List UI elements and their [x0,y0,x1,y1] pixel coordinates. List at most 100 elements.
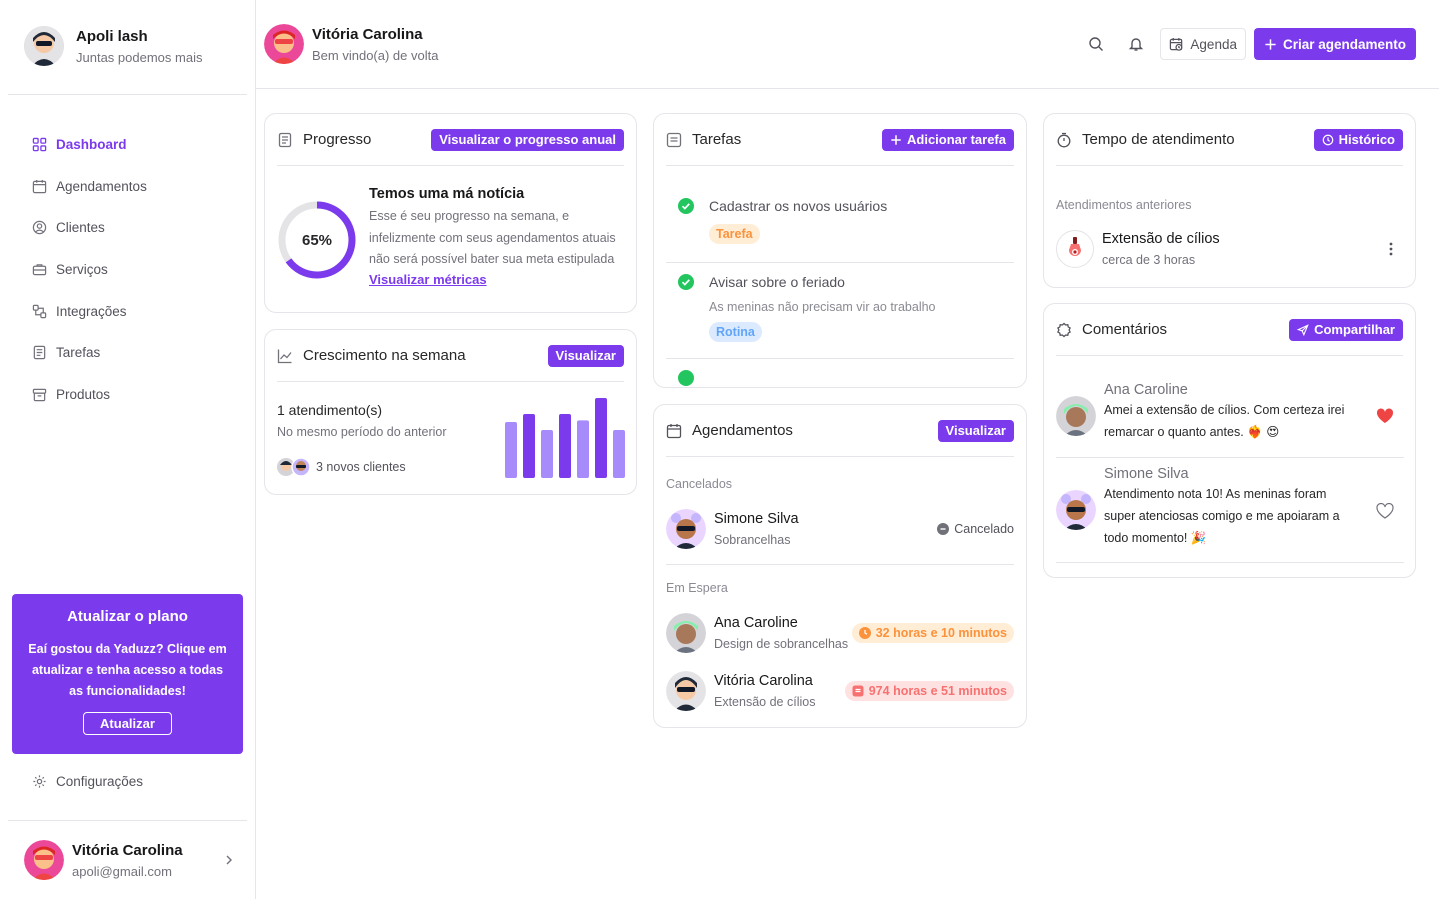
new-clients-label: 3 novos clientes [316,460,406,474]
growth-bar [577,420,589,478]
comment-text: Atendimento nota 10! As meninas foram su… [1104,487,1340,545]
canceled-section-label: Cancelados [666,477,733,491]
view-growth-button[interactable]: Visualizar [547,344,624,367]
growth-bar [559,414,571,478]
integration-icon [32,304,47,318]
view-metrics-link[interactable]: Visualizar métricas [369,272,625,287]
service-name: Extensão de cílios [714,695,816,709]
service-time-card: Tempo de atendimento Histórico Atendimen… [1043,113,1416,288]
sidebar-item-label: Tarefas [56,345,101,361]
comment-emoji: 🎉 [1190,531,1207,545]
sidebar-item-tarefas[interactable]: Tarefas [24,332,234,374]
sidebar: Apoli lash Juntas podemos mais Dashboard… [0,0,256,899]
heart-outline-icon[interactable] [1376,503,1394,519]
appointment-row[interactable]: Ana Caroline Design de sobrancelhas 32 h… [666,613,1014,653]
divider [8,94,247,95]
sidebar-item-label: Agendamentos [56,178,147,194]
wait-time-badge: 32 horas e 10 minutos [851,623,1014,643]
note-icon [666,132,682,147]
status-badge: Cancelado [937,522,1014,536]
commenter-avatar [1056,490,1096,530]
previous-service-row[interactable]: Extensão de cílios cerca de 3 horas [1056,230,1404,268]
appointment-row[interactable]: Vitória Carolina Extensão de cílios 974 … [666,671,1014,711]
sidebar-item-servicos[interactable]: Serviços [24,249,234,291]
client-name: Ana Caroline [714,615,798,631]
bell-icon [1129,38,1144,51]
add-task-button[interactable]: Adicionar tarefa [882,128,1014,151]
growth-bar [505,422,517,478]
check-circle-icon [678,370,694,386]
brand-avatar [24,26,64,66]
divider [666,262,1014,263]
service-time-title: Tempo de atendimento [1082,131,1235,148]
appointment-row[interactable]: Simone Silva Sobrancelhas Cancelado [666,509,1014,549]
notifications-button[interactable] [1120,28,1152,60]
tasks-card: Tarefas Adicionar tarefa Cadastrar os no… [653,113,1027,388]
agenda-button[interactable]: Agenda [1160,28,1246,60]
task-item[interactable]: Avisar sobre o feriado As meninas não pr… [666,274,1014,342]
growth-bar [541,430,553,478]
clock-icon [858,627,871,639]
send-icon [1297,323,1309,336]
progress-ring: 65% [277,200,357,280]
search-icon [1089,37,1104,51]
view-annual-progress-button[interactable]: Visualizar o progresso anual [431,128,624,151]
calendar-icon [32,179,47,194]
user-circle-icon [32,221,47,235]
growth-card: Crescimento na semana Visualizar 1 atend… [264,329,637,495]
sidebar-item-label: Produtos [56,386,111,402]
new-clients: 3 novos clientes [277,457,447,477]
wait-time-badge: 974 horas e 51 minutos [844,681,1014,701]
sidebar-item-produtos[interactable]: Produtos [24,374,234,416]
wait-time: 32 horas e 10 minutos [875,626,1007,640]
brand-name: Apoli lash [76,27,148,45]
plus-icon [1265,38,1276,50]
view-appointments-button[interactable]: Visualizar [937,419,1014,442]
task-item[interactable]: Cadastrar os novos usuários Tarefa [666,198,1014,244]
chevron-right-icon [226,855,232,865]
history-button[interactable]: Histórico [1313,128,1403,151]
client-avatars [277,457,311,477]
history-label: Histórico [1338,132,1395,147]
client-name: Simone Silva [714,511,799,527]
line-chart-icon [277,349,292,363]
settings-link[interactable]: Configurações [32,774,143,789]
sidebar-item-dashboard[interactable]: Dashboard [24,124,234,166]
upgrade-text: Eaí gostou da Yaduzz? Clique em atualiza… [28,642,227,698]
agenda-label: Agenda [1190,36,1237,52]
share-button[interactable]: Compartilhar [1289,318,1403,341]
heart-filled-icon[interactable] [1376,408,1394,424]
sidebar-item-integracoes[interactable]: Integrações [24,290,234,332]
sidebar-item-agendamentos[interactable]: Agendamentos [24,166,234,208]
lash-product-icon [1056,230,1094,268]
previous-services-label: Atendimentos anteriores [1056,198,1192,212]
progress-title: Progresso [303,131,372,148]
more-vertical-icon[interactable] [1384,241,1398,257]
divider [1056,562,1404,563]
comment-item: Simone Silva Atendimento nota 10! As men… [1056,466,1404,549]
task-title: Cadastrar os novos usuários [709,198,888,214]
add-task-label: Adicionar tarefa [907,132,1006,147]
progress-text: Esse é seu progresso na semana, e infeli… [369,209,616,266]
growth-bar-chart [505,398,625,478]
user-menu[interactable]: Vitória Carolina apoli@gmail.com [24,840,234,880]
sidebar-item-clientes[interactable]: Clientes [24,207,234,249]
divider [666,358,1014,359]
growth-bar [613,430,625,478]
upgrade-button[interactable]: Atualizar [83,712,172,735]
create-appointment-button[interactable]: Criar agendamento [1253,28,1416,60]
user-avatar [24,840,64,880]
header-user-name: Vitória Carolina [312,25,423,43]
check-circle-icon [678,198,694,214]
commenter-name: Simone Silva [1104,466,1189,482]
brand[interactable]: Apoli lash Juntas podemos mais [24,26,202,66]
minus-circle-icon [937,523,950,535]
appointments-card: Agendamentos Visualizar Cancelados Simon… [653,404,1027,728]
service-name: Extensão de cílios [1102,231,1220,247]
plus-icon [891,134,901,145]
upgrade-plan-card: Atualizar o plano Eaí gostou da Yaduzz? … [12,594,243,754]
search-button[interactable] [1080,28,1112,60]
client-avatar [666,613,706,653]
progress-card: Progresso Visualizar o progresso anual 6… [264,113,637,313]
appointments-title: Agendamentos [692,422,793,439]
